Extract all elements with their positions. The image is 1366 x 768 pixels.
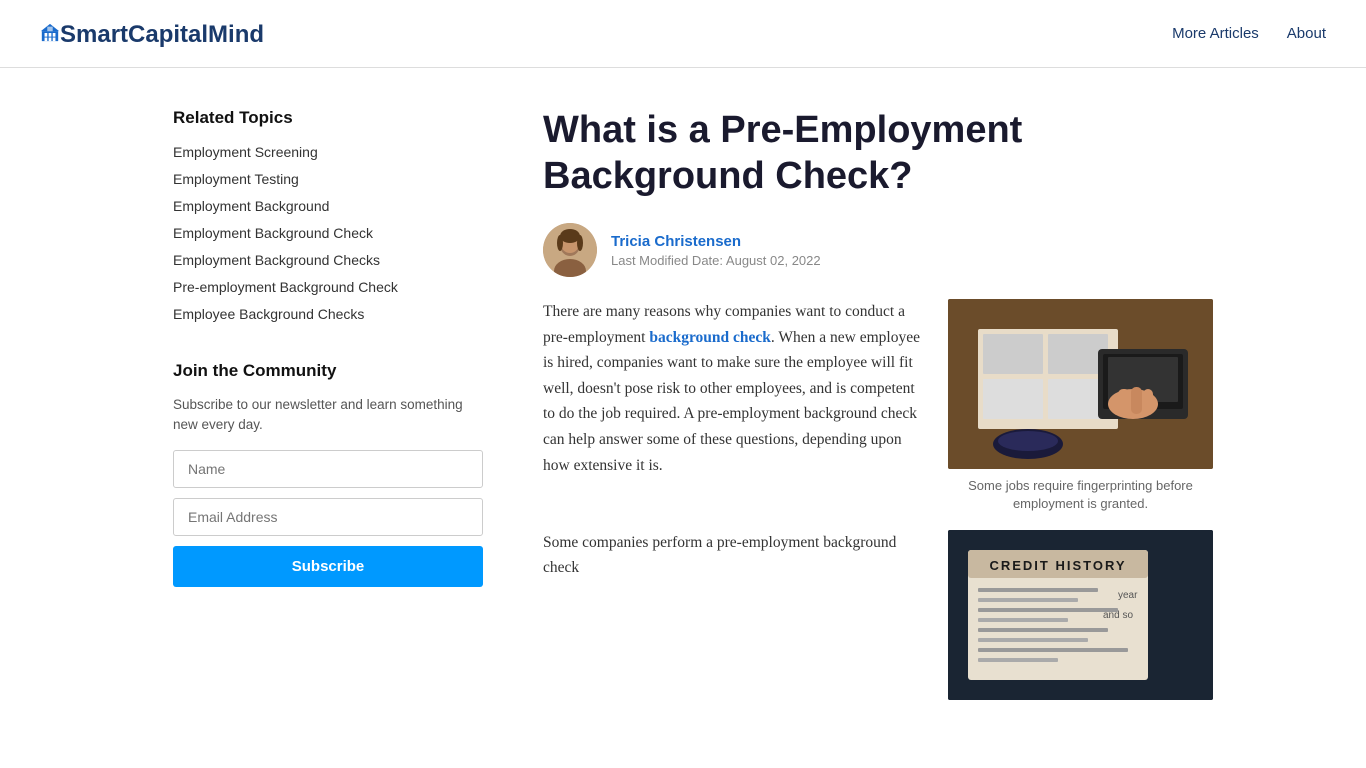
svg-text:and so: and so [1103, 610, 1133, 621]
email-field[interactable] [173, 498, 483, 536]
body-text-1: There are many reasons why companies wan… [543, 299, 928, 513]
svg-text:year: year [1118, 590, 1138, 601]
logo-text: SmartCapitalMind [60, 21, 264, 48]
image-1-caption: Some jobs require fingerprinting before … [948, 477, 1213, 513]
list-item: Employment Testing [173, 169, 483, 190]
nav-more-articles[interactable]: More Articles [1172, 25, 1259, 42]
logo-building-icon [40, 23, 60, 43]
page-container: Related Topics Employment Screening Empl… [133, 68, 1233, 756]
join-community-heading: Join the Community [173, 361, 483, 381]
list-item: Employment Background Check [173, 223, 483, 244]
fingerprinting-scene-svg [948, 299, 1213, 469]
credit-scene-svg: CREDIT HISTORY year an [948, 530, 1213, 700]
related-link-employment-screening[interactable]: Employment Screening [173, 144, 318, 160]
list-item: Pre-employment Background Check [173, 277, 483, 298]
fingerprinting-image [948, 299, 1213, 469]
join-description: Subscribe to our newsletter and learn so… [173, 395, 483, 436]
list-item: Employment Screening [173, 142, 483, 163]
author-name: Tricia Christensen [611, 233, 821, 250]
related-topics-section: Related Topics Employment Screening Empl… [173, 108, 483, 325]
name-field[interactable] [173, 450, 483, 488]
article-image-1-block: Some jobs require fingerprinting before … [948, 299, 1213, 513]
main-nav: More Articles About [1172, 25, 1326, 42]
article-image-2-block: CREDIT HISTORY year an [948, 530, 1213, 700]
nav-about[interactable]: About [1287, 25, 1326, 42]
article-body: There are many reasons why companies wan… [543, 299, 1213, 699]
credit-history-image: CREDIT HISTORY year an [948, 530, 1213, 700]
main-content: What is a Pre-Employment Background Chec… [543, 108, 1213, 716]
list-item: Employment Background Checks [173, 250, 483, 271]
list-item: Employment Background [173, 196, 483, 217]
svg-text:CREDIT HISTORY: CREDIT HISTORY [989, 558, 1126, 573]
related-link-employment-background-checks[interactable]: Employment Background Checks [173, 252, 380, 268]
author-row: Tricia Christensen Last Modified Date: A… [543, 223, 1213, 277]
related-link-employment-background-check[interactable]: Employment Background Check [173, 225, 373, 241]
related-link-employment-testing[interactable]: Employment Testing [173, 171, 299, 187]
background-check-link[interactable]: background check [649, 329, 771, 346]
body-section-1: There are many reasons why companies wan… [543, 299, 1213, 513]
related-links-list: Employment Screening Employment Testing … [173, 142, 483, 325]
site-logo[interactable]: SmartCapitalMind [40, 18, 264, 49]
list-item: Employee Background Checks [173, 304, 483, 325]
related-link-pre-employment-background-check[interactable]: Pre-employment Background Check [173, 279, 398, 295]
subscribe-button[interactable]: Subscribe [173, 546, 483, 587]
article-title: What is a Pre-Employment Background Chec… [543, 108, 1213, 199]
join-community-section: Join the Community Subscribe to our news… [173, 361, 483, 587]
author-info: Tricia Christensen Last Modified Date: A… [611, 233, 821, 268]
author-avatar [543, 223, 597, 277]
related-link-employment-background[interactable]: Employment Background [173, 198, 329, 214]
site-header: SmartCapitalMind More Articles About [0, 0, 1366, 68]
related-topics-heading: Related Topics [173, 108, 483, 128]
related-link-employee-background-checks[interactable]: Employee Background Checks [173, 306, 364, 322]
author-date: Last Modified Date: August 02, 2022 [611, 253, 821, 268]
body-section-2: Some companies perform a pre-employment … [543, 530, 1213, 700]
body-text-2: Some companies perform a pre-employment … [543, 530, 928, 700]
avatar-image [543, 223, 597, 277]
sidebar: Related Topics Employment Screening Empl… [173, 108, 483, 716]
